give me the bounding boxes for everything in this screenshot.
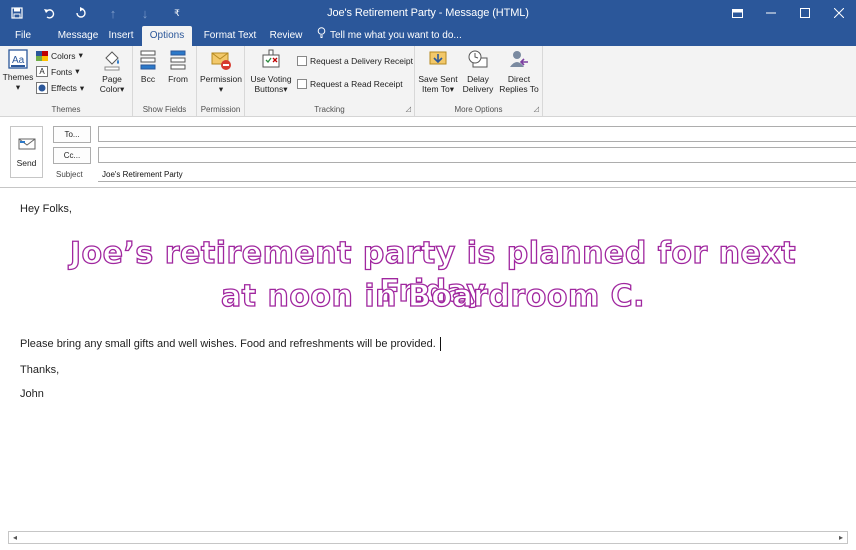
body-paragraph: Please bring any small gifts and well wi…	[20, 337, 441, 351]
tracking-group-label: Tracking	[314, 105, 345, 114]
compose-area: Send To... Cc... Subject Joe's Retiremen…	[0, 117, 856, 550]
colors-button[interactable]: Colors ▾	[36, 50, 83, 61]
subject-field[interactable]: Joe's Retirement Party	[98, 168, 856, 182]
direct-replies-to-button[interactable]: Direct Replies To	[497, 49, 541, 94]
delivery-receipt-checkbox[interactable]	[297, 56, 307, 66]
page-color-button[interactable]: Page Color▾	[94, 49, 130, 94]
tell-me-box[interactable]: Tell me what you want to do...	[317, 26, 462, 46]
closing-text: Thanks,	[20, 364, 60, 376]
read-receipt-checkbox[interactable]	[297, 79, 307, 89]
horizontal-scrollbar[interactable]: ◂ ▸	[8, 531, 848, 544]
signature-text: John	[20, 388, 44, 400]
tab-format-text[interactable]: Format Text	[202, 26, 258, 46]
to-button[interactable]: To...	[53, 126, 91, 143]
ribbon: Aa Themes ▾ Colors ▾ A Fonts ▾ Effects ▾ Pag…	[0, 46, 856, 117]
request-read-receipt[interactable]: Request a Read Receipt	[297, 79, 403, 89]
show-fields-group-label: Show Fields	[142, 105, 187, 114]
themes-group: Aa Themes ▾ Colors ▾ A Fonts ▾ Effects ▾ Pag…	[0, 46, 133, 116]
minimize-icon[interactable]	[754, 0, 788, 26]
subject-label: Subject	[56, 170, 83, 179]
greeting-text: Hey Folks,	[20, 203, 72, 215]
tell-me-label: Tell me what you want to do...	[330, 30, 462, 41]
save-sent-icon	[429, 51, 447, 65]
fonts-button[interactable]: A Fonts ▾	[36, 66, 80, 77]
effects-button[interactable]: Effects ▾	[36, 82, 84, 94]
tab-message[interactable]: Message	[54, 26, 102, 46]
themes-label: Themes	[2, 72, 34, 82]
title-bar: ↑ ↓ ₹ Joe's Retirement Party - Message (…	[0, 0, 856, 26]
show-fields-group: Bcc From Show Fields	[133, 46, 197, 116]
delay-delivery-button[interactable]: Delay Delivery	[459, 49, 497, 94]
themes-button[interactable]: Aa Themes ▾	[2, 49, 34, 92]
window-controls	[720, 0, 856, 26]
permission-group-label: Permission	[200, 105, 241, 114]
more-options-group: Save Sent Item To▾ Delay Delivery Direct Re…	[415, 46, 543, 116]
more-options-launcher-icon[interactable]: ◿	[534, 105, 539, 113]
text-caret	[439, 337, 441, 351]
tab-review[interactable]: Review	[266, 26, 306, 46]
close-icon[interactable]	[822, 0, 856, 26]
voting-icon	[262, 49, 280, 68]
message-body[interactable]: Hey Folks, Joe’s retirement party is pla…	[0, 187, 856, 533]
permission-button[interactable]: Permission ▾	[199, 49, 243, 94]
scroll-right-icon[interactable]: ▸	[835, 532, 847, 543]
request-delivery-receipt[interactable]: Request a Delivery Receipt	[297, 56, 413, 66]
send-label: Send	[16, 158, 37, 168]
dialog-launcher-icon[interactable]: ◿	[406, 105, 411, 113]
from-button[interactable]: From	[163, 49, 193, 84]
fonts-icon: A	[36, 66, 48, 77]
bcc-button[interactable]: Bcc	[136, 49, 160, 84]
send-envelope-icon	[18, 138, 35, 150]
scroll-left-icon[interactable]: ◂	[9, 532, 21, 543]
effects-icon	[36, 82, 48, 94]
permission-group: Permission ▾ Permission	[197, 46, 245, 116]
use-voting-buttons[interactable]: Use Voting Buttons▾	[249, 49, 293, 94]
themes-group-label: Themes	[51, 105, 81, 114]
tab-insert[interactable]: Insert	[104, 26, 138, 46]
to-field[interactable]	[98, 126, 856, 142]
tab-options[interactable]: Options	[142, 26, 192, 46]
themes-icon: Aa	[8, 49, 28, 69]
colors-icon	[36, 50, 48, 61]
ribbon-tabs: File Message Insert Options Format Text …	[0, 26, 856, 46]
svg-text:Aa: Aa	[12, 55, 25, 66]
delay-delivery-icon	[468, 50, 488, 68]
send-button[interactable]: Send	[10, 126, 43, 178]
body-paragraph-text: Please bring any small gifts and well wi…	[20, 337, 436, 350]
permission-icon	[211, 52, 231, 70]
paint-bucket-icon	[104, 51, 120, 71]
tracking-group: Use Voting Buttons▾ Request a Delivery Re…	[245, 46, 415, 116]
cc-button[interactable]: Cc...	[53, 147, 91, 164]
direct-replies-icon	[510, 51, 528, 67]
bcc-icon	[140, 50, 156, 70]
lightbulb-icon	[317, 26, 326, 46]
headline-line-2: at noon in Boardroom C.	[220, 278, 646, 314]
save-sent-item-button[interactable]: Save Sent Item To▾	[417, 49, 459, 94]
maximize-icon[interactable]	[788, 0, 822, 26]
from-icon	[170, 50, 186, 70]
tab-file[interactable]: File	[8, 26, 38, 46]
ribbon-display-icon[interactable]	[720, 0, 754, 26]
more-options-group-label: More Options	[454, 105, 503, 114]
cc-field[interactable]	[98, 147, 856, 163]
